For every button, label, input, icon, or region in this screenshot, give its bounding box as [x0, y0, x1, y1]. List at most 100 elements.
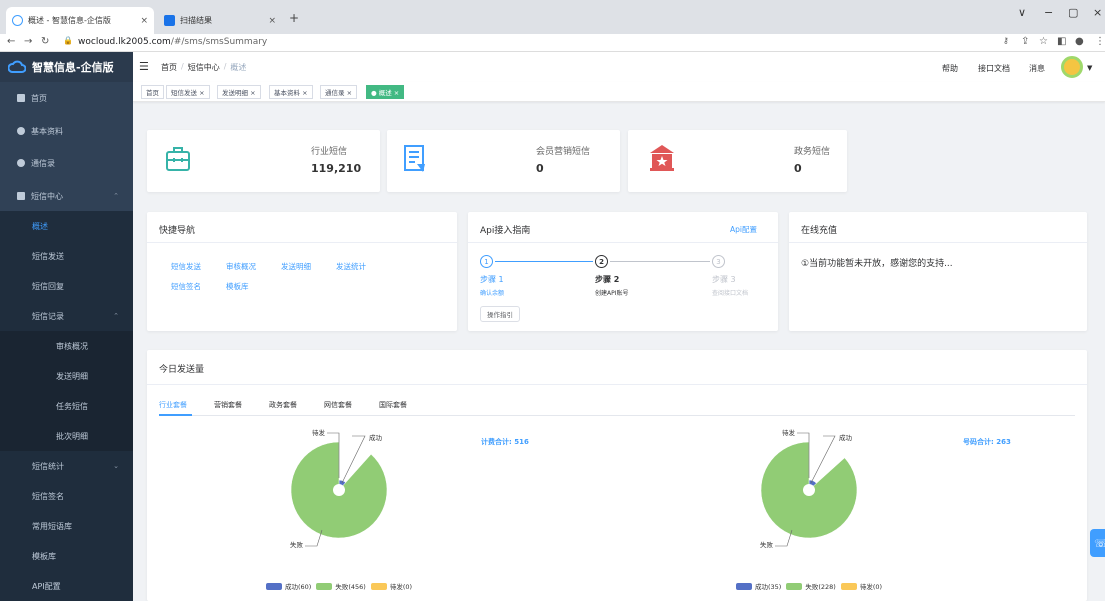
sidebar-item-sms-records[interactable]: 短信记录 ⌃ — [0, 301, 133, 331]
sidebar-item-label: 短信中心 — [31, 191, 63, 201]
close-window-button[interactable]: × — [1093, 6, 1102, 19]
government-building-icon — [650, 145, 674, 171]
tag-home[interactable]: 首页 — [141, 85, 164, 99]
legend-item[interactable]: 成功(35) — [736, 581, 781, 591]
tag-contacts[interactable]: 通信录 × — [320, 85, 358, 99]
sidebar-item-label: 概述 — [32, 221, 48, 231]
sidebar-item-sms-stats[interactable]: 短信统计 ⌄ — [0, 451, 133, 481]
message-icon — [17, 192, 25, 200]
breadcrumb-sms-center[interactable]: 短信中心 — [188, 62, 220, 73]
sidebar-item-batch-detail[interactable]: 批次明细 — [0, 421, 133, 451]
phone-icon[interactable]: ☏ — [1090, 529, 1105, 557]
sidebar-item-phrases[interactable]: 常用短语库 — [0, 511, 133, 541]
quick-link-sms-send[interactable]: 短信发送 — [171, 261, 201, 272]
back-icon[interactable]: ← — [7, 36, 15, 47]
legend-item[interactable]: 待发(0) — [840, 581, 882, 591]
stat-card-industry: 行业短信 119,210 — [147, 130, 380, 192]
reload-icon[interactable]: ↻ — [41, 36, 49, 47]
url-path: /#/sms/smsSummary — [170, 37, 268, 47]
star-icon[interactable]: ☆ — [1039, 36, 1048, 47]
recharge-card: 在线充值 ①当前功能暂未开放，感谢您的支持... — [789, 212, 1087, 331]
help-link[interactable]: 帮助 — [942, 63, 958, 74]
sidebar-item-home[interactable]: 首页 — [0, 83, 133, 113]
tag-summary[interactable]: ● 概述 × — [366, 85, 405, 99]
legend-item[interactable]: 成功(60) — [266, 581, 311, 591]
tags-view: 首页 短信发送 × 发送明细 × 基本资料 × 通信录 × ● 概述 × — [133, 82, 1105, 102]
quick-link-signature[interactable]: 短信签名 — [171, 281, 201, 292]
card-title: Api接入指南 — [480, 226, 531, 236]
tab-search-icon[interactable]: ∨ — [1018, 6, 1026, 19]
quick-nav-card: 快捷导航 短信发送 审核概况 发送明细 发送统计 短信签名 模板库 — [147, 212, 457, 331]
tag-send-detail[interactable]: 发送明细 × — [217, 85, 261, 99]
quick-link-audit[interactable]: 审核概况 — [226, 261, 256, 272]
legend-item[interactable]: 失败(456) — [316, 581, 366, 591]
api-docs-link[interactable]: 接口文档 — [978, 63, 1010, 74]
top-navbar: ☰ 首页 / 短信中心 / 概述 帮助 接口文档 消息 ▼ — [133, 52, 1105, 82]
stat-card-marketing: 会员营销短信 0 — [387, 130, 620, 192]
browser-tab-scan[interactable]: 扫描结果 × — [158, 7, 282, 34]
sidebar-item-label: API配置 — [32, 581, 61, 591]
sidebar-item-api-config[interactable]: API配置 — [0, 571, 133, 601]
url-field[interactable]: wocloud.lk2005.com/#/sms/smsSummary — [78, 37, 267, 47]
lock-icon[interactable]: 🔒 — [63, 36, 73, 45]
legend-item[interactable]: 待发(0) — [370, 581, 412, 591]
share-icon[interactable]: ⇪ — [1021, 36, 1029, 47]
browser-tab-title: 扫描结果 — [180, 16, 212, 25]
stat-value: 119,210 — [311, 162, 362, 175]
sidebar-item-sms-send[interactable]: 短信发送 — [0, 241, 133, 271]
key-icon[interactable]: ⚷ — [1003, 36, 1009, 45]
browser-tab-summary[interactable]: 概述 - 智慧信息-企信版 × — [6, 7, 154, 34]
breadcrumb-current: 概述 — [230, 63, 247, 72]
sidebar-item-label: 常用短语库 — [32, 521, 72, 531]
sidebar-item-audit[interactable]: 审核概况 — [0, 331, 133, 361]
sidebar-item-templates[interactable]: 模板库 — [0, 541, 133, 571]
close-tab-icon[interactable]: × — [140, 16, 148, 26]
tag-profile[interactable]: 基本资料 × — [269, 85, 313, 99]
new-tab-button[interactable]: + — [289, 11, 299, 25]
brand-logo[interactable]: 智慧信息-企信版 — [0, 52, 133, 82]
api-config-link[interactable]: Api配置 — [730, 224, 757, 235]
card-title: 快捷导航 — [159, 226, 196, 236]
minimize-button[interactable]: − — [1044, 6, 1053, 19]
quick-link-templates[interactable]: 模板库 — [226, 281, 249, 292]
messages-link[interactable]: 消息 — [1029, 63, 1045, 74]
legend-swatch — [786, 582, 803, 590]
caret-down-icon[interactable]: ▼ — [1087, 64, 1092, 72]
maximize-button[interactable]: ▢ — [1068, 6, 1078, 19]
sidebar-item-sms-reply[interactable]: 短信回复 — [0, 271, 133, 301]
menu-icon[interactable]: ⋮ — [1095, 36, 1105, 47]
tag-sms-send[interactable]: 短信发送 × — [166, 85, 210, 99]
sidebar-item-task-sms[interactable]: 任务短信 — [0, 391, 133, 421]
step-3-circle: 3 — [712, 255, 725, 268]
hamburger-icon[interactable]: ☰ — [139, 60, 149, 73]
divider — [789, 242, 1087, 243]
sidebar-item-profile[interactable]: 基本资料 — [0, 116, 133, 146]
contacts-icon — [17, 159, 25, 167]
sidebar-item-sms-center[interactable]: 短信中心 ⌃ — [0, 181, 133, 211]
sidebar-item-sms-signature[interactable]: 短信签名 — [0, 481, 133, 511]
pie-label-fail: 失败 — [760, 541, 773, 549]
close-tab-icon[interactable]: × — [268, 16, 276, 26]
sidebar-item-summary[interactable]: 概述 — [0, 211, 133, 241]
forward-icon[interactable]: → — [24, 36, 32, 47]
legend-numbers: 成功(35) 失败(228) 待发(0) — [736, 581, 887, 591]
quick-link-send-stats[interactable]: 发送统计 — [336, 261, 366, 272]
browser-tab-bar: 概述 - 智慧信息-企信版 × 扫描结果 × + ∨ − ▢ × — [0, 0, 1105, 34]
pie-label-fail: 失败 — [290, 541, 303, 549]
breadcrumb-home[interactable]: 首页 — [161, 62, 177, 73]
avatar[interactable] — [1061, 56, 1083, 78]
stat-label: 政务短信 — [794, 147, 831, 157]
sidepanel-icon[interactable]: ◧ — [1057, 36, 1066, 47]
sidebar-item-label: 短信统计 — [32, 461, 64, 471]
profile-icon[interactable]: ● — [1075, 36, 1084, 47]
sidebar-item-label: 短信发送 — [32, 251, 64, 261]
pie-label-success: 成功 — [369, 434, 382, 442]
sidebar-item-contacts[interactable]: 通信录 — [0, 148, 133, 178]
sidebar-item-label: 通信录 — [31, 158, 55, 168]
legend-item[interactable]: 失败(228) — [786, 581, 836, 591]
quick-link-send-detail[interactable]: 发送明细 — [281, 261, 311, 272]
stat-label: 会员营销短信 — [536, 147, 591, 157]
sidebar-item-send-detail[interactable]: 发送明细 — [0, 361, 133, 391]
step-2-circle: 2 — [595, 255, 608, 268]
guide-button[interactable]: 操作指引 — [480, 306, 520, 322]
